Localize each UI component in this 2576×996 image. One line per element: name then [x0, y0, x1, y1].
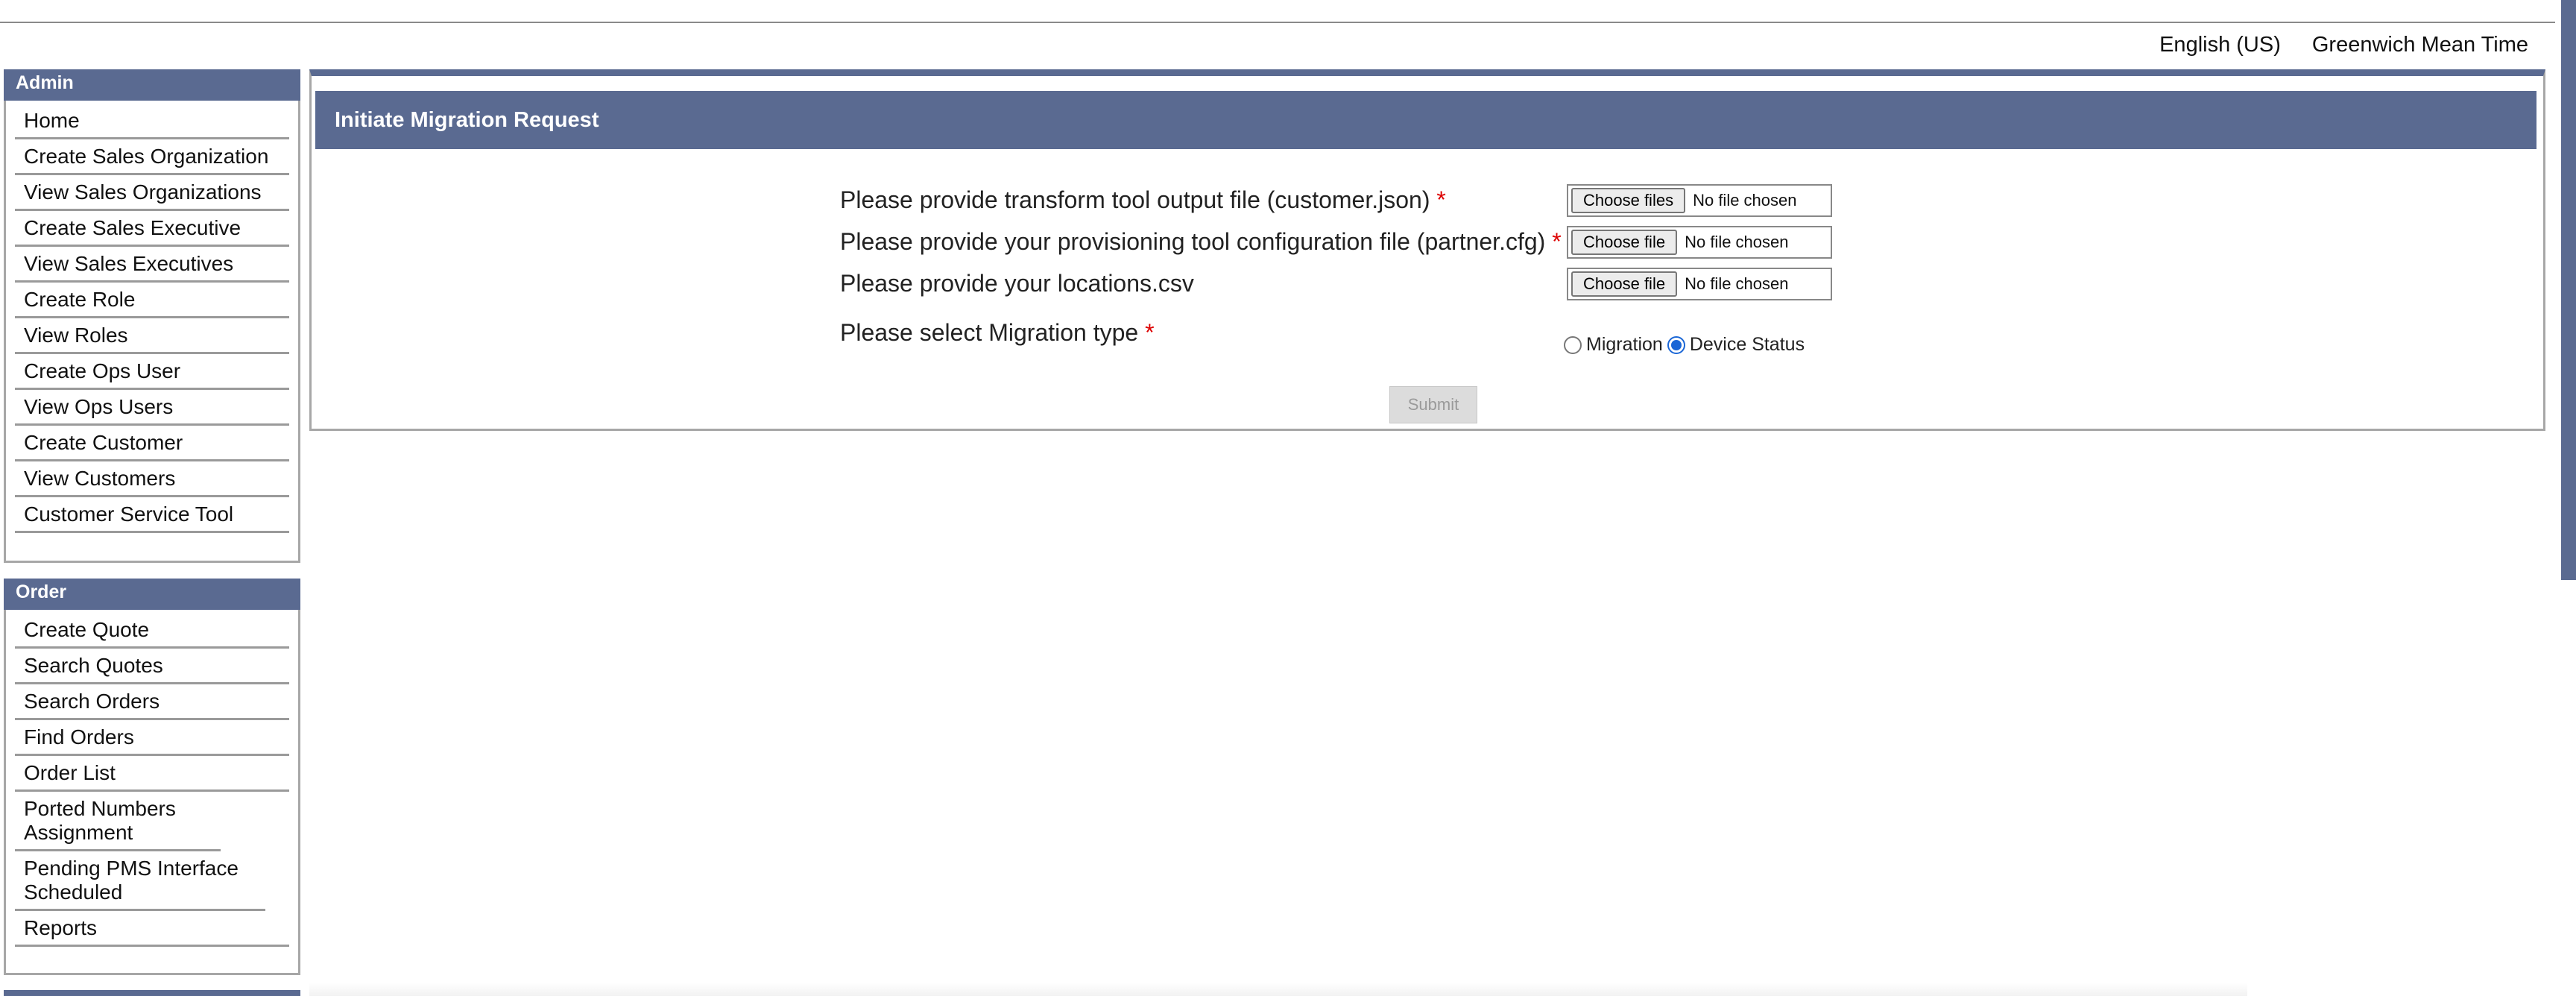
sidebar-item-view-roles[interactable]: View Roles: [15, 318, 289, 354]
bottom-fade: [309, 983, 2247, 996]
order-menu: Create Quote Search Quotes Search Orders…: [6, 610, 298, 962]
migration-type-label: Please select Migration type: [840, 319, 1139, 346]
sidebar-item-find-orders[interactable]: Find Orders: [15, 720, 289, 756]
required-marker: *: [1145, 319, 1155, 346]
sidebar-item-pending-pms-interface-scheduled[interactable]: Pending PMS Interface Scheduled: [15, 851, 265, 911]
order-panel-title: Order: [4, 579, 300, 610]
page-title: Initiate Migration Request: [315, 91, 2536, 149]
customer-json-row: Please provide transform tool output fil…: [840, 186, 1446, 214]
customer-json-file-input[interactable]: Choose files No file chosen: [1567, 184, 1832, 217]
file-status: No file chosen: [1685, 274, 1789, 293]
locations-csv-file-input[interactable]: Choose file No file chosen: [1567, 268, 1832, 300]
sidebar-item-create-sales-executive[interactable]: Create Sales Executive: [15, 211, 289, 247]
sidebar-item-create-sales-organization[interactable]: Create Sales Organization: [15, 139, 289, 175]
sidebar-item-customer-service-tool[interactable]: Customer Service Tool: [15, 497, 289, 533]
page-scrollbar[interactable]: [2561, 0, 2576, 580]
choose-file-button[interactable]: Choose file: [1571, 271, 1678, 297]
required-marker: *: [1552, 228, 1562, 255]
sidebar-item-reports[interactable]: Reports: [15, 911, 289, 947]
sidebar-item-search-quotes[interactable]: Search Quotes: [15, 649, 289, 684]
sidebar-item-create-ops-user[interactable]: Create Ops User: [15, 354, 289, 390]
migration-radio[interactable]: [1564, 335, 1582, 354]
order-panel: Order Create Quote Search Quotes Search …: [4, 579, 300, 975]
submit-button[interactable]: Submit: [1389, 386, 1477, 423]
migration-type-radio-group: Migration Device Status: [1564, 334, 1805, 356]
language-label[interactable]: English (US): [2159, 33, 2281, 57]
sidebar-item-create-role[interactable]: Create Role: [15, 283, 289, 318]
sidebar-item-search-orders[interactable]: Search Orders: [15, 684, 289, 720]
next-panel-header: [4, 990, 300, 996]
sidebar-item-ported-numbers-assignment[interactable]: Ported Numbers Assignment: [15, 792, 221, 851]
file-status: No file chosen: [1685, 233, 1789, 251]
sidebar-item-view-ops-users[interactable]: View Ops Users: [15, 390, 289, 426]
partner-cfg-label: Please provide your provisioning tool co…: [840, 228, 1546, 255]
sidebar-item-view-customers[interactable]: View Customers: [15, 461, 289, 497]
sidebar-item-create-customer[interactable]: Create Customer: [15, 426, 289, 461]
admin-panel-title: Admin: [4, 69, 300, 101]
partner-cfg-file-input[interactable]: Choose file No file chosen: [1567, 226, 1832, 259]
timezone-label[interactable]: Greenwich Mean Time: [2312, 33, 2528, 57]
sidebar-item-view-sales-executives[interactable]: View Sales Executives: [15, 247, 289, 283]
sidebar-item-home[interactable]: Home: [15, 104, 289, 139]
device-status-option-label[interactable]: Device Status: [1690, 334, 1805, 356]
admin-menu: Home Create Sales Organization View Sale…: [6, 101, 298, 548]
migration-option-label[interactable]: Migration: [1586, 334, 1663, 356]
sidebar-item-view-sales-organizations[interactable]: View Sales Organizations: [15, 175, 289, 211]
sidebar-item-create-quote[interactable]: Create Quote: [15, 613, 289, 649]
required-marker: *: [1436, 186, 1446, 213]
migration-type-row: Please select Migration type *: [840, 319, 1155, 347]
file-status: No file chosen: [1693, 191, 1797, 209]
customer-json-label: Please provide transform tool output fil…: [840, 186, 1430, 213]
locale-bar: English (US) Greenwich Mean Time: [2159, 33, 2528, 57]
locations-csv-label: Please provide your locations.csv: [840, 270, 1194, 297]
top-divider: [0, 22, 2555, 23]
device-status-radio[interactable]: [1667, 335, 1685, 354]
admin-panel: Admin Home Create Sales Organization Vie…: [4, 69, 300, 563]
locations-csv-row: Please provide your locations.csv: [840, 270, 1194, 297]
choose-files-button[interactable]: Choose files: [1571, 188, 1686, 213]
partner-cfg-row: Please provide your provisioning tool co…: [840, 228, 1562, 256]
sidebar-item-order-list[interactable]: Order List: [15, 756, 289, 792]
choose-file-button[interactable]: Choose file: [1571, 230, 1678, 255]
